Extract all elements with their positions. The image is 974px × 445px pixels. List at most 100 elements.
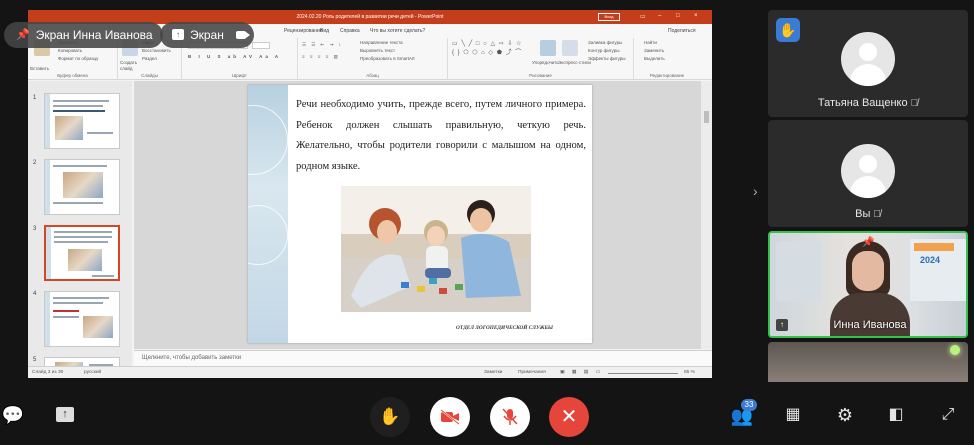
raised-hand-icon: ✋ <box>776 18 800 42</box>
thumbnail-edge <box>45 292 50 346</box>
slide-thumbnail-2[interactable] <box>44 159 120 215</box>
thumbnail-number: 4 <box>33 291 37 297</box>
gear-icon[interactable]: ⚙ <box>832 402 858 428</box>
thumbnail-edge <box>46 227 51 279</box>
participants-count-badge: 33 <box>741 399 757 411</box>
select-button[interactable]: Выделить <box>644 56 665 61</box>
slide-caption[interactable]: ОТДЕЛ ЛОГОПЕДИЧЕСКОЙ СЛУЖБЫ <box>456 325 553 331</box>
language-indicator[interactable]: русский <box>84 370 101 375</box>
camera-off-button[interactable] <box>430 397 470 437</box>
chevron-right-icon[interactable]: › <box>753 183 758 199</box>
tab-review[interactable]: Рецензирование <box>284 28 323 34</box>
paste-label[interactable]: Вставить <box>30 66 49 71</box>
end-call-button[interactable]: ✕ <box>549 397 589 437</box>
zoom-slider[interactable] <box>608 373 678 374</box>
camera-icon[interactable] <box>236 31 250 39</box>
arrange-icon[interactable] <box>540 40 556 56</box>
minimize-icon[interactable]: – <box>658 13 661 19</box>
smartart-button[interactable]: Преобразовать в SmartArt <box>360 56 415 61</box>
status-bar: Слайд 3 из 30 русский Заметки Примечания… <box>28 366 712 378</box>
quick-styles-icon[interactable] <box>562 40 578 56</box>
comments-toggle[interactable]: Примечания <box>518 370 546 375</box>
shape-outline-button[interactable]: Контур фигуры <box>588 48 619 53</box>
presenter-badge[interactable]: 📌 Экран Инна Иванова <box>4 22 163 48</box>
text-direction-button[interactable]: Направление текста <box>360 40 403 45</box>
slide-body-text[interactable]: Речи необходимо учить, прежде всего, пут… <box>296 95 586 177</box>
participant-tile-self[interactable]: Вы 🎙̸ <box>768 120 968 227</box>
list-buttons[interactable]: ☰ ☰ ⇤ ⇥ ↕ <box>302 42 343 48</box>
paragraph-label: Абзац <box>366 73 379 78</box>
drawing-group: ▭ ╲ ╱ □ ○ △ ⇨ ⇩ ☆{ } ⬠ ⬡ ⌂ ◇ ⬟ ⤴ ⌒ Упоря… <box>448 38 634 80</box>
close-icon[interactable]: × <box>694 13 698 19</box>
align-text-button[interactable]: Выровнять текст <box>360 48 395 53</box>
drawing-label: Рисование <box>529 73 552 78</box>
chat-icon[interactable]: 💬 <box>0 402 26 428</box>
banner-stripe <box>914 243 954 251</box>
thumbnail-line <box>53 310 79 312</box>
reset-button[interactable]: Восстановить <box>142 48 171 53</box>
shape-effects-button[interactable]: Эффекты фигуры <box>588 56 626 61</box>
thumbnail-line <box>54 241 108 243</box>
notes-placeholder[interactable]: Щелкните, чтобы добавить заметки <box>142 355 241 361</box>
format-painter-button[interactable]: Формат по образцу <box>58 56 98 61</box>
tell-me-search[interactable]: Что вы хотите сделать? <box>370 28 425 34</box>
clipboard-label: Буфер обмена <box>57 73 88 78</box>
slide-thumbnail-4[interactable] <box>44 291 120 347</box>
replace-button[interactable]: Заменить <box>644 48 664 53</box>
view-buttons[interactable]: ▣ ▦ ▤ ▭ <box>560 370 603 375</box>
ribbon-display-icon[interactable]: ▭ <box>640 13 646 20</box>
slide-thumbnail-3[interactable] <box>44 225 120 281</box>
mic-off-icon: 🎙̸ <box>910 98 919 109</box>
copy-button[interactable]: Копировать <box>58 48 82 53</box>
family-photo[interactable] <box>341 186 531 312</box>
editor-scrollbar[interactable] <box>701 81 712 349</box>
presenter-label: Экран Инна Иванова <box>35 28 153 42</box>
notes-pane[interactable]: Щелкните, чтобы добавить заметки <box>134 350 712 366</box>
tab-help[interactable]: Справка <box>340 28 360 34</box>
participant-name: Инна Иванова <box>833 319 907 331</box>
quick-styles-label[interactable]: Экспресс-стили <box>558 60 591 65</box>
share-button[interactable]: Поделиться <box>668 28 696 34</box>
maximize-icon[interactable]: □ <box>676 13 680 19</box>
section-button[interactable]: Раздел <box>142 56 157 61</box>
align-buttons[interactable]: ≡ ≡ ≡ ≡ ▥ <box>302 54 340 60</box>
raise-hand-button[interactable]: ✋ <box>370 397 410 437</box>
participant-name: Татьяна Ващенко <box>817 97 908 109</box>
participant-tile-partial[interactable] <box>768 342 968 382</box>
shapes-gallery[interactable]: ▭ ╲ ╱ □ ○ △ ⇨ ⇩ ☆{ } ⬠ ⬡ ⌂ ◇ ⬟ ⤴ ⌒ <box>452 40 523 56</box>
share-screen-icon[interactable]: ↑ <box>52 402 78 428</box>
shape-fill-button[interactable]: Заливка фигуры <box>588 40 622 45</box>
participant-tile-inna[interactable]: 2024 📌 ↑ Инна Иванова <box>768 231 968 338</box>
thumbnail-image <box>83 316 113 338</box>
thumbnail-line <box>53 202 103 204</box>
pin-icon[interactable]: 📌 <box>862 237 874 248</box>
slide-editor[interactable]: Речи необходимо учить, прежде всего, пут… <box>134 81 712 349</box>
participant-name-row: Вы 🎙̸ <box>768 208 968 220</box>
shared-screen[interactable]: 2024.02.20 Роль родителей в развитии реч… <box>28 10 712 378</box>
current-slide[interactable]: Речи необходимо учить, прежде всего, пут… <box>248 85 592 343</box>
layout-toggle-icon[interactable]: ◧ <box>883 402 909 428</box>
notes-toggle[interactable]: Заметки <box>484 370 502 375</box>
find-button[interactable]: Найти <box>644 40 657 45</box>
editing-label: Редактирование <box>649 73 685 78</box>
slide-thumbnail-1[interactable] <box>44 93 120 149</box>
font-format-buttons[interactable]: B I U S ab AV Aa A <box>188 54 281 59</box>
participant-tile-tatyana[interactable]: ✋ Татьяна Ващенко 🎙̸ <box>768 10 968 117</box>
font-size-combo[interactable] <box>252 42 270 49</box>
signin-button[interactable]: Вход <box>598 13 620 21</box>
thumbnail-number: 1 <box>33 95 37 101</box>
arrange-label[interactable]: Упорядочить <box>532 60 559 65</box>
fullscreen-icon[interactable]: ⤢ <box>935 402 961 428</box>
new-slide-label[interactable]: Создать слайд <box>120 60 142 72</box>
video-conference-window: 2024.02.20 Роль родителей в развитии реч… <box>0 0 974 445</box>
zoom-level[interactable]: 85 % <box>684 370 695 375</box>
mic-off-button[interactable] <box>490 397 530 437</box>
participant-name-row: Татьяна Ващенко 🎙̸ <box>768 97 968 109</box>
screen-view-button[interactable]: ↑ Экран <box>160 22 254 48</box>
slide-thumbnails-pane[interactable]: 1 2 3 4 5 <box>28 81 132 377</box>
scroll-thumb[interactable] <box>704 111 709 123</box>
thumbnail-image <box>63 172 103 198</box>
tab-view[interactable]: Вид <box>320 28 329 34</box>
grid-layout-icon[interactable]: ▦ <box>780 402 806 428</box>
thumbnail-line <box>53 105 103 107</box>
